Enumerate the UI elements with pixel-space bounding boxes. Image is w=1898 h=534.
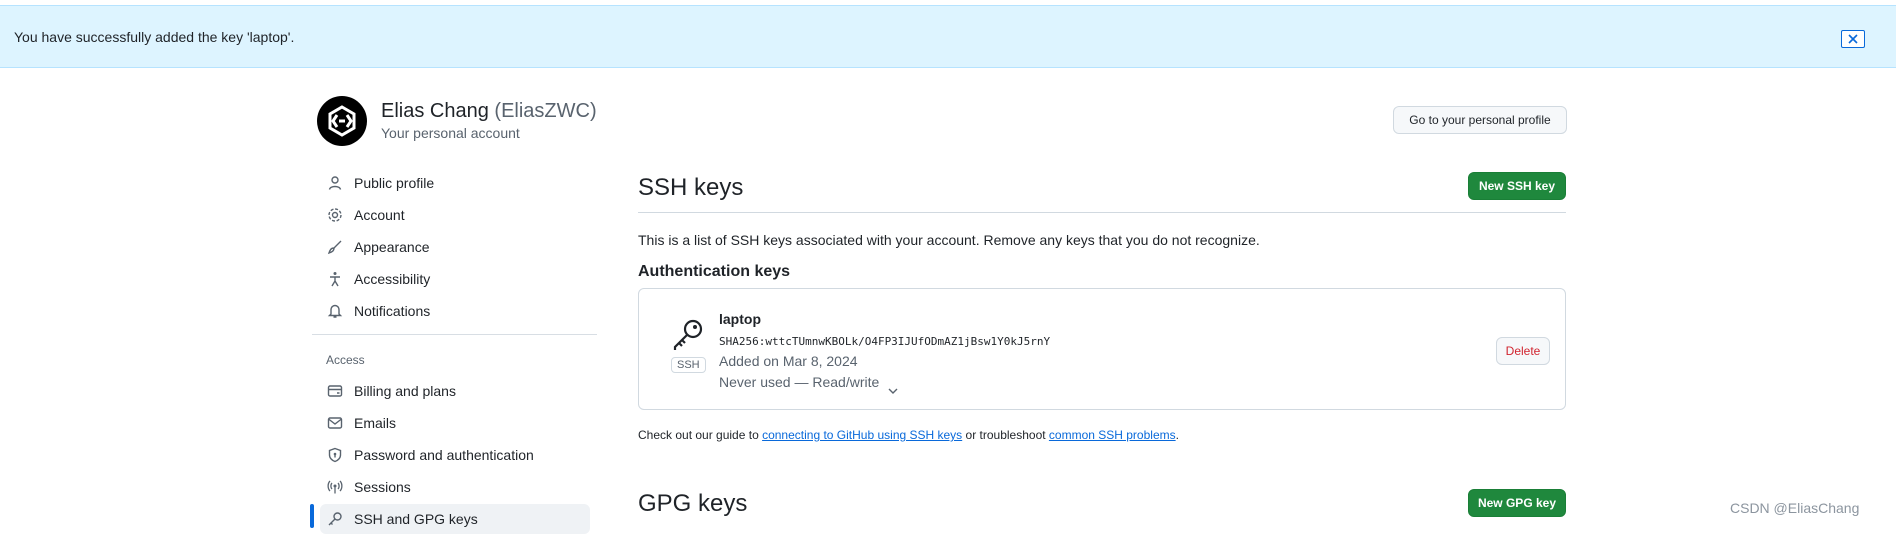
sidebar-divider <box>312 334 597 335</box>
sidebar-item-accessibility[interactable]: Accessibility <box>320 264 590 294</box>
sidebar-item-label: Notifications <box>354 303 431 319</box>
section-divider <box>638 212 1566 213</box>
sidebar-item-label: SSH and GPG keys <box>354 511 478 527</box>
key-fingerprint: SHA256:wttcTUmnwKBOLk/O4FP3IJUfODmAZ1jBs… <box>719 335 1051 348</box>
sidebar-heading-access: Access <box>326 353 365 367</box>
ssh-keys-description: This is a list of SSH keys associated wi… <box>638 232 1260 248</box>
ssh-guide-text: Check out our guide to connecting to Git… <box>638 428 1179 442</box>
sidebar-item-sessions[interactable]: Sessions <box>320 472 590 502</box>
sidebar-item-ssh-gpg-keys[interactable]: SSH and GPG keys <box>320 504 590 534</box>
key-title: laptop <box>719 311 761 327</box>
flash-message: You have successfully added the key 'lap… <box>14 29 295 45</box>
mail-icon <box>326 414 344 432</box>
key-icon <box>326 510 344 528</box>
sidebar-item-label: Sessions <box>354 479 411 495</box>
account-subtitle: Your personal account <box>381 125 520 141</box>
avatar-logo-icon <box>328 105 356 137</box>
ssh-guide-link[interactable]: connecting to GitHub using SSH keys <box>762 428 962 442</box>
sidebar-item-label: Emails <box>354 415 397 431</box>
user-name-line: Elias Chang (EliasZWC) <box>381 100 597 123</box>
ssh-keys-title: SSH keys <box>638 174 744 201</box>
key-usage: Never used — Read/write <box>719 374 880 390</box>
sidebar-item-billing[interactable]: Billing and plans <box>320 376 898 406</box>
user-display-name: Elias Chang <box>381 100 489 122</box>
sidebar-item-password-auth[interactable]: Password and authentication <box>320 440 590 470</box>
guide-suffix: . <box>1175 428 1179 442</box>
sidebar-item-appearance[interactable]: Appearance <box>320 232 590 262</box>
new-gpg-key-button[interactable]: New GPG key <box>1468 489 1566 517</box>
gear-icon <box>326 206 344 224</box>
ssh-badge: SSH <box>671 357 706 373</box>
sidebar-item-label: Account <box>354 207 405 223</box>
watermark: CSDN @EliasChang <box>1730 500 1860 516</box>
avatar[interactable] <box>317 96 367 146</box>
sidebar-item-label: Appearance <box>354 239 430 255</box>
authentication-keys-heading: Authentication keys <box>638 263 791 280</box>
key-icon <box>673 319 703 350</box>
flash-close-button[interactable] <box>1841 30 1865 48</box>
guide-prefix: Check out our guide to <box>638 428 763 442</box>
delete-key-button[interactable]: Delete <box>1496 337 1550 365</box>
guide-middle: or troubleshoot <box>962 428 1049 442</box>
accessibility-icon <box>326 270 344 288</box>
active-nav-indicator <box>310 504 314 528</box>
key-added-date: Added on Mar 8, 2024 <box>719 353 858 369</box>
credit-card-icon <box>326 382 344 400</box>
close-icon <box>1848 34 1858 44</box>
person-icon <box>326 174 344 192</box>
sidebar-item-label: Public profile <box>354 175 435 191</box>
sidebar-item-label: Billing and plans <box>354 383 456 399</box>
gpg-keys-title: GPG keys <box>638 490 748 517</box>
ssh-troubleshoot-link[interactable]: common SSH problems <box>1049 428 1176 442</box>
sidebar-item-public-profile[interactable]: Public profile <box>320 168 590 198</box>
ssh-key-item: SSH laptop SHA256:wttcTUmnwKBOLk/O4FP3IJ… <box>638 288 1566 410</box>
go-to-profile-button[interactable]: Go to your personal profile <box>1393 106 1567 134</box>
sidebar-item-account[interactable]: Account <box>320 200 590 230</box>
sidebar-item-emails[interactable]: Emails <box>320 408 590 438</box>
paintbrush-icon <box>326 238 344 256</box>
bell-icon <box>326 302 344 320</box>
shield-icon <box>326 446 344 464</box>
sidebar-item-label: Password and authentication <box>354 447 534 463</box>
flash-banner: You have successfully added the key 'lap… <box>0 5 1896 68</box>
new-ssh-key-button[interactable]: New SSH key <box>1468 172 1566 200</box>
user-login[interactable]: (EliasZWC) <box>494 100 596 122</box>
sidebar-item-label: Accessibility <box>354 271 431 287</box>
sidebar-item-notifications[interactable]: Notifications <box>320 296 590 326</box>
broadcast-icon <box>326 478 344 496</box>
